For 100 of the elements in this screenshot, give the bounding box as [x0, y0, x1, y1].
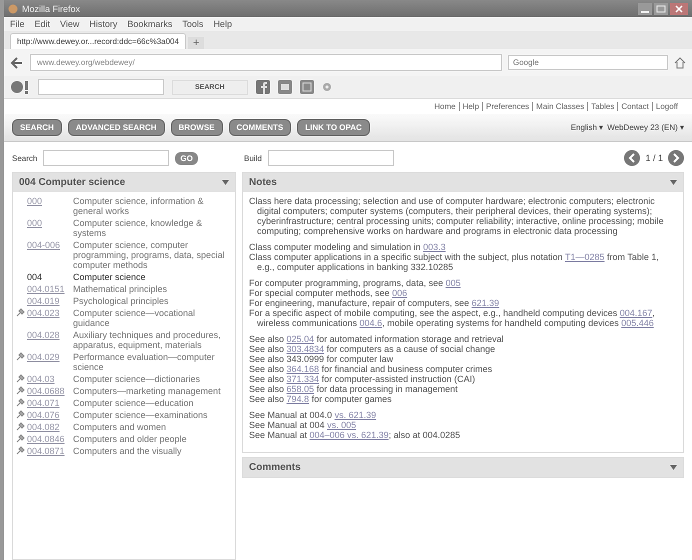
class-number-link[interactable]: 004.0688 [27, 386, 73, 396]
class-caption: Computer science, knowledge & systems [73, 218, 204, 238]
toolbar-logo-icon [10, 80, 30, 94]
link[interactable]: 006 [392, 288, 408, 298]
link[interactable]: 658.05 [286, 384, 314, 394]
pin-icon[interactable] [16, 422, 24, 431]
class-caption: Computers—marketing management [73, 386, 222, 396]
previous-icon[interactable] [624, 150, 640, 166]
link[interactable]: 371.334 [286, 374, 320, 384]
window-icon[interactable] [300, 80, 314, 94]
link[interactable]: 005 [446, 278, 461, 288]
note-text: See Manual at 004–006 vs. 621.39; also at 004.0285 [249, 430, 462, 440]
mail-icon[interactable] [278, 80, 292, 94]
class-number-link[interactable]: 004.028 [27, 330, 73, 340]
link[interactable]: 794.8 [286, 394, 310, 404]
note-text: See also 794.8 for computer games [249, 394, 393, 404]
pin-icon[interactable] [16, 352, 24, 361]
note-text: See Manual at 004 vs. 005 [249, 420, 358, 430]
settings-icon[interactable] [322, 82, 332, 92]
link[interactable]: 303.4834 [286, 344, 324, 354]
class-number-link[interactable]: 004.019 [27, 296, 73, 306]
pin-icon[interactable] [16, 386, 24, 395]
close-icon[interactable] [670, 2, 688, 14]
menu-item[interactable]: View [60, 19, 80, 29]
class-number-link[interactable]: 000 [27, 196, 73, 206]
link[interactable]: 025.04 [286, 334, 314, 344]
link[interactable]: 364.168 [286, 364, 320, 374]
pin-icon[interactable] [16, 446, 24, 455]
class-number-link[interactable]: 004.029 [27, 352, 73, 362]
collapse-icon[interactable] [670, 180, 677, 185]
link[interactable]: 621.39 [472, 298, 500, 308]
class-number-link[interactable]: 004.0846 [27, 434, 73, 444]
note-text: See Manual at 004.0 vs. 621.39 [249, 410, 378, 420]
link[interactable]: 004.167 [620, 308, 652, 318]
menu-item[interactable]: Help [213, 19, 232, 29]
class-number-link[interactable]: 004.0151 [27, 284, 73, 294]
panel-title: Notes [249, 177, 277, 188]
header-link[interactable]: Logoff [652, 102, 678, 111]
header-link[interactable]: Main Classes [532, 102, 584, 111]
header-link[interactable]: Preferences [482, 102, 530, 111]
header-link[interactable]: Help [458, 102, 480, 111]
menu-item[interactable]: File [10, 19, 25, 29]
link[interactable]: T1—0285 [565, 252, 605, 262]
class-number-link[interactable]: 004.076 [27, 410, 73, 420]
nav-button[interactable]: BROWSE [170, 119, 223, 136]
header-link[interactable]: Contact [617, 102, 649, 111]
class-number-link[interactable]: 000 [27, 218, 73, 228]
go-button[interactable]: GO [175, 152, 198, 164]
menu-item[interactable]: History [89, 19, 118, 29]
nav-button[interactable]: SEARCH [12, 119, 62, 136]
field-label: Build [244, 154, 262, 162]
dropdown[interactable]: English ▾ [570, 123, 604, 132]
pin-icon[interactable] [16, 398, 24, 407]
home-icon[interactable] [674, 56, 686, 68]
next-icon[interactable] [668, 150, 684, 166]
note-text: For a specific aspect of mobile computing, see the aspect, e.g., handheld computing devices 004.167, wireless communications 004.6, mobile operating systems for handheld computing devices 005.446 [249, 308, 656, 328]
class-number-link[interactable]: 004.082 [27, 422, 73, 432]
search-field[interactable] [38, 79, 164, 95]
pin-icon[interactable] [16, 410, 24, 419]
class-number-link[interactable]: 004-006 [27, 240, 73, 250]
social-icon[interactable] [256, 80, 270, 94]
note-text: Class computer modeling and simulation in 003.3 [249, 242, 447, 252]
class-caption: Computer science—examinations [73, 410, 209, 420]
class-number-link[interactable]: 004.03 [27, 374, 73, 384]
search-field[interactable] [43, 150, 170, 166]
link[interactable]: 003.3 [423, 242, 446, 252]
dropdown[interactable]: WebDewey 23 (EN) ▾ [607, 123, 684, 132]
search-field[interactable]: Google [508, 55, 668, 70]
class-caption: Mathematical principles [73, 284, 168, 294]
browser-icon [8, 4, 18, 14]
new-tab-button[interactable]: + [188, 37, 204, 49]
collapse-icon[interactable] [670, 465, 677, 470]
header-link[interactable]: Home [434, 102, 456, 111]
link[interactable]: vs. 621.39 [334, 410, 376, 420]
menu-item[interactable]: Bookmarks [127, 19, 172, 29]
link[interactable]: 005.446 [621, 318, 654, 328]
class-number-link[interactable]: 004.023 [27, 308, 73, 318]
note-text: See also 364.168 for financial and business computer crimes [249, 364, 494, 374]
link[interactable]: 004.6 [360, 318, 382, 328]
link[interactable]: 004–006 vs. 621.39 [310, 430, 389, 440]
note-text: See also 303.4834 for computers as a cause of social change [249, 344, 496, 354]
class-number-link[interactable]: 004.071 [27, 398, 73, 408]
back-icon[interactable] [10, 56, 24, 70]
nav-button[interactable]: COMMENTS [228, 119, 292, 136]
minimize-icon[interactable] [638, 2, 652, 14]
link[interactable]: vs. 005 [327, 420, 356, 430]
nav-button[interactable]: LINK TO OPAC [297, 119, 370, 136]
nav-button[interactable]: ADVANCED SEARCH [68, 119, 165, 136]
class-number-link[interactable]: 004.0871 [27, 446, 73, 456]
address-field[interactable]: www.dewey.org/webdewey/ [30, 54, 502, 71]
browser-tab[interactable]: http://www.dewey.or...record:ddc=66c%3a004 [10, 33, 186, 49]
pin-icon[interactable] [16, 308, 24, 317]
pin-icon[interactable] [16, 374, 24, 383]
pin-icon[interactable] [16, 434, 24, 443]
header-link[interactable]: Tables [587, 102, 614, 111]
collapse-icon[interactable] [222, 180, 229, 185]
menu-item[interactable]: Tools [182, 19, 204, 29]
menu-item[interactable]: Edit [34, 19, 50, 29]
build-field[interactable] [268, 150, 394, 166]
maximize-icon[interactable] [654, 2, 668, 14]
